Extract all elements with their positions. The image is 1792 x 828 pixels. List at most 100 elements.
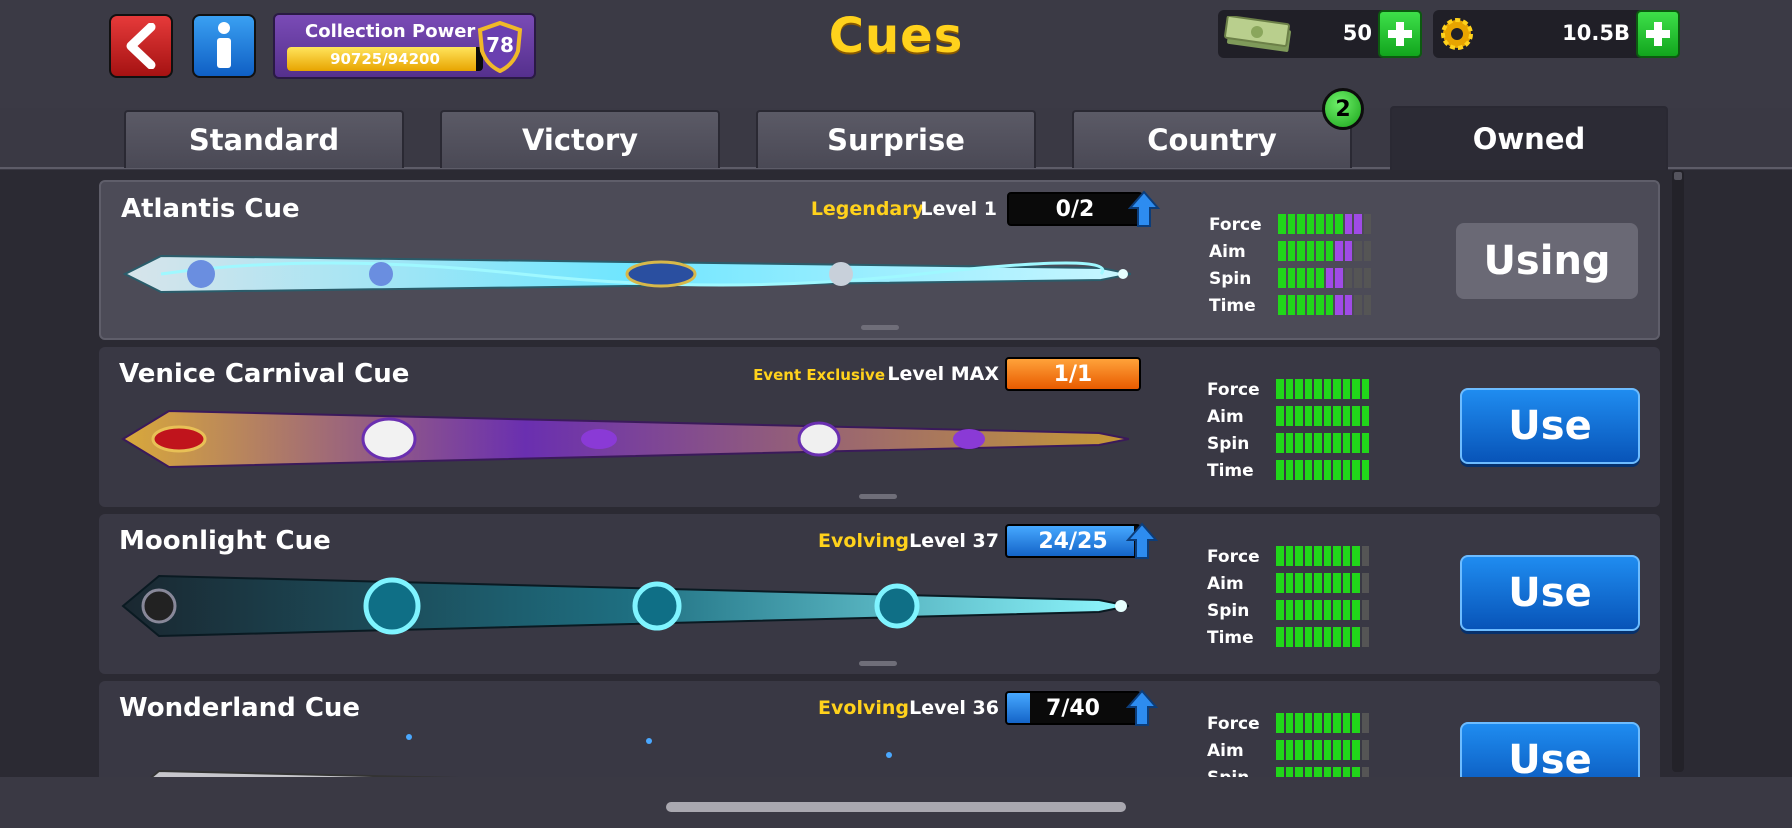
stat-bar-force bbox=[1276, 546, 1369, 566]
stat-segment bbox=[1295, 600, 1303, 620]
stat-segment bbox=[1363, 241, 1371, 261]
stat-bar-spin bbox=[1276, 433, 1369, 453]
cue-card-moonlight[interactable]: Moonlight Cue Evolving Level 37 24/25 Fo… bbox=[99, 514, 1660, 674]
cue-card-venice-carnival[interactable]: Venice Carnival Cue Event Exclusive Leve… bbox=[99, 347, 1660, 507]
add-cash-button[interactable] bbox=[1378, 10, 1422, 58]
stat-label-spin: Spin bbox=[1209, 269, 1252, 289]
stat-label-spin: Spin bbox=[1207, 601, 1250, 621]
use-button[interactable]: Use bbox=[1460, 722, 1640, 777]
stat-label-force: Force bbox=[1207, 380, 1260, 400]
stat-segment bbox=[1295, 379, 1303, 399]
cue-list[interactable]: Atlantis Cue Legendary Level 1 0/2 Force… bbox=[0, 170, 1792, 777]
stat-segment bbox=[1352, 379, 1360, 399]
stat-segment bbox=[1285, 460, 1293, 480]
stat-segment bbox=[1361, 740, 1369, 760]
cue-card-atlantis[interactable]: Atlantis Cue Legendary Level 1 0/2 Force… bbox=[99, 180, 1660, 340]
stat-segment bbox=[1333, 740, 1341, 760]
stat-segment bbox=[1342, 406, 1350, 426]
back-button[interactable] bbox=[109, 14, 173, 78]
cue-rarity: Evolving bbox=[818, 530, 909, 552]
stat-segment bbox=[1342, 740, 1350, 760]
stat-segment bbox=[1276, 600, 1284, 620]
use-button[interactable]: Use bbox=[1460, 388, 1640, 464]
stat-segment bbox=[1352, 627, 1360, 647]
stat-segment bbox=[1352, 406, 1360, 426]
stat-segment bbox=[1314, 627, 1322, 647]
use-button[interactable]: Use bbox=[1460, 555, 1640, 631]
stat-segment bbox=[1297, 268, 1305, 288]
collection-power-value: 90725/94200 bbox=[330, 50, 440, 68]
tab-surprise[interactable]: Surprise bbox=[756, 110, 1036, 168]
stat-segment bbox=[1352, 740, 1360, 760]
stat-segment bbox=[1314, 767, 1322, 777]
stat-segment bbox=[1287, 268, 1295, 288]
expand-handle[interactable] bbox=[859, 661, 897, 666]
cue-image-moonlight bbox=[121, 574, 1129, 638]
notification-badge: 2 bbox=[1322, 88, 1364, 130]
stat-segment bbox=[1354, 268, 1362, 288]
stat-segment bbox=[1287, 214, 1295, 234]
stat-segment bbox=[1342, 433, 1350, 453]
stat-bar-spin bbox=[1278, 268, 1371, 288]
stat-segment bbox=[1354, 241, 1362, 261]
stat-bar-force bbox=[1276, 713, 1369, 733]
cue-progress-bar: 24/25 bbox=[1005, 524, 1141, 558]
info-button[interactable] bbox=[192, 14, 256, 78]
cue-progress-bar: 7/40 bbox=[1005, 691, 1141, 725]
tab-victory[interactable]: Victory bbox=[440, 110, 720, 168]
stat-segment bbox=[1276, 740, 1284, 760]
stat-label-spin: Spin bbox=[1207, 768, 1249, 777]
stat-segment bbox=[1304, 573, 1312, 593]
home-indicator[interactable] bbox=[666, 802, 1126, 812]
tab-standard[interactable]: Standard bbox=[124, 110, 404, 168]
cue-card-wonderland[interactable]: Wonderland Cue Evolving Level 36 7/40 Fo… bbox=[99, 681, 1660, 777]
stat-label-aim: Aim bbox=[1207, 407, 1244, 427]
cash-counter: 50 bbox=[1218, 10, 1422, 58]
stat-segment bbox=[1304, 546, 1312, 566]
scrollbar-thumb[interactable] bbox=[1674, 172, 1682, 180]
collection-power-panel[interactable]: Collection Power 90725/94200 78 bbox=[273, 13, 536, 79]
stat-segment bbox=[1354, 295, 1362, 315]
stat-segment bbox=[1333, 406, 1341, 426]
expand-handle[interactable] bbox=[861, 325, 899, 330]
stat-segment bbox=[1295, 627, 1303, 647]
cue-image-wonderland bbox=[150, 734, 892, 777]
stat-segment bbox=[1316, 268, 1324, 288]
list-scrollbar[interactable] bbox=[1672, 170, 1684, 772]
stat-segment bbox=[1361, 546, 1369, 566]
stat-label-aim: Aim bbox=[1209, 242, 1246, 262]
upgrade-arrow-icon[interactable] bbox=[1126, 522, 1158, 560]
stat-bar-aim bbox=[1276, 406, 1369, 426]
collection-power-bar: 90725/94200 bbox=[287, 47, 483, 71]
cue-progress-bar: 0/2 bbox=[1007, 192, 1143, 226]
page-title: Cues bbox=[828, 8, 964, 64]
expand-handle[interactable] bbox=[859, 494, 897, 499]
stat-segment bbox=[1306, 214, 1314, 234]
stat-segment bbox=[1333, 767, 1341, 777]
stat-segment bbox=[1314, 740, 1322, 760]
stat-segment bbox=[1323, 740, 1331, 760]
stat-bar-force bbox=[1278, 214, 1371, 234]
stat-segment bbox=[1314, 600, 1322, 620]
stat-segment bbox=[1287, 295, 1295, 315]
using-button[interactable]: Using bbox=[1456, 223, 1638, 299]
stat-segment bbox=[1323, 406, 1331, 426]
stat-segment bbox=[1295, 406, 1303, 426]
stat-segment bbox=[1285, 573, 1293, 593]
stat-segment bbox=[1295, 740, 1303, 760]
stat-segment bbox=[1304, 379, 1312, 399]
upgrade-arrow-icon[interactable] bbox=[1126, 689, 1158, 727]
tab-owned[interactable]: Owned bbox=[1390, 106, 1668, 170]
add-coins-button[interactable] bbox=[1636, 10, 1680, 58]
stat-segment bbox=[1344, 268, 1352, 288]
tab-country[interactable]: Country bbox=[1072, 110, 1352, 168]
upgrade-arrow-icon[interactable] bbox=[1128, 190, 1160, 228]
stat-segment bbox=[1276, 627, 1284, 647]
stat-label-force: Force bbox=[1207, 547, 1260, 567]
cash-amount: 50 bbox=[1342, 21, 1372, 45]
stat-segment bbox=[1361, 433, 1369, 453]
stat-segment bbox=[1316, 214, 1324, 234]
cue-progress-text: 24/25 bbox=[1038, 528, 1108, 554]
stat-segment bbox=[1295, 573, 1303, 593]
stat-segment bbox=[1297, 295, 1305, 315]
